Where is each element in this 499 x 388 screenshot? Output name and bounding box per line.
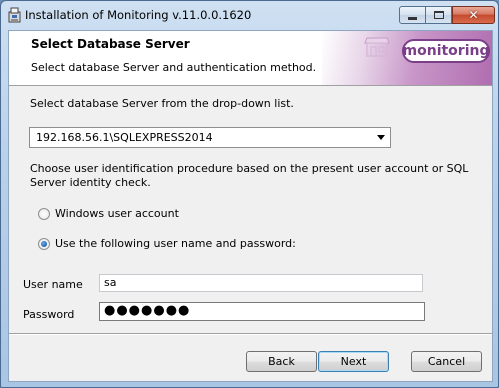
page-subtitle: Select database Server and authenticatio… <box>31 61 317 74</box>
maximize-button[interactable] <box>426 6 452 24</box>
radio-button-unchecked[interactable] <box>38 207 50 220</box>
user-name-input[interactable]: sa <box>99 274 423 292</box>
close-button[interactable]: ✕ <box>452 6 495 24</box>
password-label: Password <box>23 308 75 321</box>
minimize-button[interactable] <box>399 6 426 24</box>
installer-app-icon <box>8 7 21 23</box>
radio-windows-account[interactable]: Windows user account <box>38 207 179 220</box>
dropdown-arrow-icon[interactable] <box>377 135 385 140</box>
password-input[interactable]: ●●●●●●● <box>99 302 425 321</box>
auth-description: Choose user identification procedure bas… <box>30 162 469 189</box>
banner-graphic: monitoring <box>322 31 492 85</box>
shop-icon <box>364 37 390 57</box>
minimize-icon <box>408 16 417 20</box>
database-server-value: 192.168.56.1\SQLEXPRESS2014 <box>36 131 213 144</box>
header-banner: monitoring Select Database Server Select… <box>9 31 492 86</box>
server-instruction: Select database Server from the drop-dow… <box>30 97 294 110</box>
back-button[interactable]: Back <box>246 351 317 372</box>
dialog-client-area: monitoring Select Database Server Select… <box>8 30 493 382</box>
database-server-dropdown[interactable]: 192.168.56.1\SQLEXPRESS2014 <box>29 127 391 148</box>
monitoring-logo: monitoring <box>402 39 490 63</box>
radio-sql-credentials[interactable]: Use the following user name and password… <box>38 237 296 250</box>
maximize-icon <box>433 11 444 19</box>
user-name-label: User name <box>23 278 83 291</box>
next-button[interactable]: Next <box>318 351 389 372</box>
radio-label-sql-credentials: Use the following user name and password… <box>55 237 296 250</box>
title-bar[interactable]: Installation of Monitoring v.11.0.0.1620… <box>1 1 498 29</box>
footer-divider <box>9 333 492 335</box>
radio-label-windows-account: Windows user account <box>55 207 179 220</box>
installer-window: Installation of Monitoring v.11.0.0.1620… <box>0 0 499 388</box>
radio-button-checked[interactable] <box>38 237 50 250</box>
cancel-button[interactable]: Cancel <box>411 351 482 372</box>
window-title: Installation of Monitoring v.11.0.0.1620 <box>25 8 252 22</box>
page-title: Select Database Server <box>31 37 190 51</box>
close-icon: ✕ <box>468 8 479 22</box>
